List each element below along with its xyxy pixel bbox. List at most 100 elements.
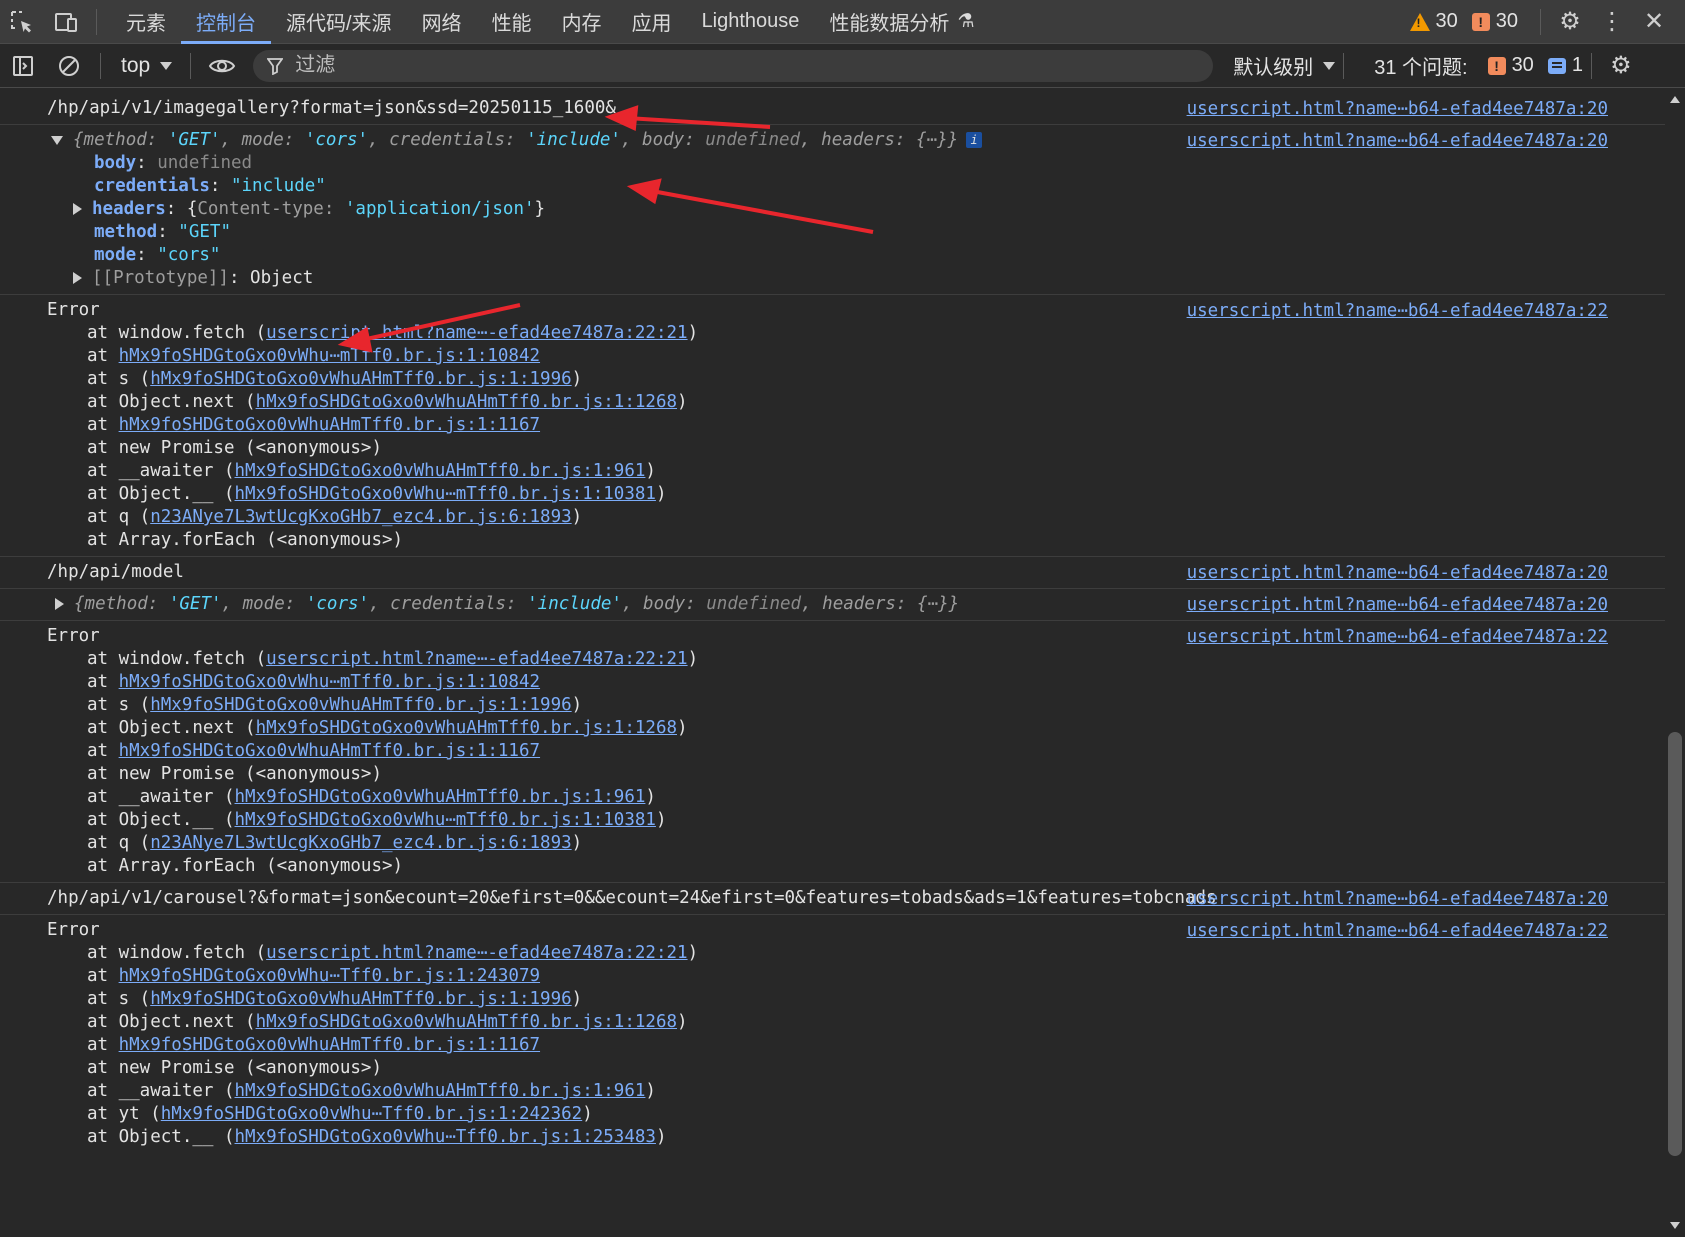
source-link[interactable]: userscript.html?name⋯b64-efad4ee7487a:22 (1187, 921, 1608, 941)
console-log: userscript.html?name⋯b64-efad4ee7487a:20… (0, 88, 1665, 1237)
frame-source-link[interactable]: hMx9foSHDGtoGxo0vWhuAHmTff0.br.js:1:1996 (150, 989, 571, 1009)
object-prop-headers[interactable]: headers: {Content-type: 'application/jso… (55, 198, 1665, 221)
tab-lighthouse[interactable]: Lighthouse (687, 0, 815, 44)
levels-label: 默认级别 (1233, 57, 1314, 79)
expand-triangle-icon[interactable] (73, 272, 82, 284)
frame-source-link[interactable]: hMx9foSHDGtoGxo0vWhu⋯Tff0.br.js:1:253483 (235, 1127, 656, 1147)
inspect-element-icon[interactable] (0, 0, 44, 44)
frame-source-link[interactable]: hMx9foSHDGtoGxo0vWhuAHmTff0.br.js:1:1167 (119, 415, 540, 435)
frame-text: at Array.forEach (<anonymous>) (87, 856, 404, 876)
frame-source-link[interactable]: hMx9foSHDGtoGxo0vWhu⋯Tff0.br.js:1:242362 (161, 1104, 582, 1124)
stack-frame: at s (hMx9foSHDGtoGxo0vWhuAHmTff0.br.js:… (47, 368, 1665, 391)
settings-gear-icon[interactable]: ⚙ (1549, 1, 1591, 43)
source-link[interactable]: userscript.html?name⋯b64-efad4ee7487a:20 (1187, 563, 1608, 583)
frame-source-link[interactable]: hMx9foSHDGtoGxo0vWhuAHmTff0.br.js:1:1996 (150, 369, 571, 389)
frame-source-link[interactable]: userscript.html?name⋯-efad4ee7487a:22:21 (266, 323, 687, 343)
frame-source-link[interactable]: n23ANye7L3wtUcgKxoGHb7_ezc4.br.js:6:1893 (150, 833, 571, 853)
stack-frame: at new Promise (<anonymous>) (47, 763, 1665, 786)
frame-text: ) (645, 1081, 656, 1101)
frame-text: at new Promise (<anonymous>) (87, 764, 383, 784)
frame-source-link[interactable]: hMx9foSHDGtoGxo0vWhuAHmTff0.br.js:1:961 (235, 461, 646, 481)
stack-frame: at Object.next (hMx9foSHDGtoGxo0vWhuAHmT… (47, 717, 1665, 740)
frame-text: ) (687, 323, 699, 343)
frame-source-link[interactable]: hMx9foSHDGtoGxo0vWhu⋯Tff0.br.js:1:243079 (119, 966, 540, 986)
source-link[interactable]: userscript.html?name⋯b64-efad4ee7487a:20 (1187, 595, 1608, 615)
frame-source-link[interactable]: hMx9foSHDGtoGxo0vWhuAHmTff0.br.js:1:961 (235, 787, 646, 807)
frame-source-link[interactable]: userscript.html?name⋯-efad4ee7487a:22:21 (266, 649, 687, 669)
tab-sources[interactable]: 源代码/来源 (271, 0, 407, 44)
clear-console-icon[interactable] (46, 44, 92, 88)
frame-source-link[interactable]: hMx9foSHDGtoGxo0vWhuAHmTff0.br.js:1:1268 (256, 718, 677, 738)
warnings-counter[interactable]: 30 (1409, 10, 1458, 33)
errors-count: 30 (1495, 10, 1518, 32)
frame-source-link[interactable]: hMx9foSHDGtoGxo0vWhu⋯mTff0.br.js:1:10381 (235, 484, 656, 504)
frame-source-link[interactable]: hMx9foSHDGtoGxo0vWhu⋯mTff0.br.js:1:10381 (235, 810, 656, 830)
tab-label: 控制台 (196, 13, 256, 35)
tab-network[interactable]: 网络 (407, 0, 477, 44)
frame-text: ) (687, 649, 699, 669)
filter-box[interactable] (253, 49, 1214, 82)
tab-elements[interactable]: 元素 (111, 0, 181, 44)
frame-source-link[interactable]: hMx9foSHDGtoGxo0vWhuAHmTff0.br.js:1:1167 (119, 741, 540, 761)
source-link[interactable]: userscript.html?name⋯b64-efad4ee7487a:22 (1187, 627, 1608, 647)
source-link[interactable]: userscript.html?name⋯b64-efad4ee7487a:20 (1187, 99, 1608, 119)
tab-performance-insights[interactable]: 性能数据分析 ⚗ (814, 0, 989, 44)
stack-frame: at Object.__ (hMx9foSHDGtoGxo0vWhu⋯mTff0… (47, 809, 1665, 832)
devtools-tabbar: 元素 控制台 源代码/来源 网络 性能 内存 应用 Lighthouse 性能数… (0, 0, 1685, 44)
stack-frame: at hMx9foSHDGtoGxo0vWhuAHmTff0.br.js:1:1… (47, 414, 1665, 437)
console-message: userscript.html?name⋯b64-efad4ee7487a:20… (0, 93, 1665, 125)
scroll-up-arrow-icon[interactable] (1670, 96, 1680, 103)
more-options-icon[interactable]: ⋮ (1591, 1, 1633, 43)
tab-application[interactable]: 应用 (617, 0, 687, 44)
console-message: userscript.html?name⋯b64-efad4ee7487a:20… (0, 883, 1665, 915)
frame-text: ) (571, 989, 583, 1009)
frame-source-link[interactable]: hMx9foSHDGtoGxo0vWhuAHmTff0.br.js:1:961 (235, 1081, 646, 1101)
toolbar-divider (1590, 52, 1592, 79)
sidebar-toggle-icon[interactable] (0, 44, 46, 88)
source-link[interactable]: userscript.html?name⋯b64-efad4ee7487a:20 (1187, 889, 1608, 909)
source-link[interactable]: userscript.html?name⋯b64-efad4ee7487a:22 (1187, 301, 1608, 321)
frame-source-link[interactable]: n23ANye7L3wtUcgKxoGHb7_ezc4.br.js:6:1893 (150, 507, 571, 527)
expand-triangle-icon[interactable] (73, 203, 82, 215)
device-toolbar-icon[interactable] (44, 0, 88, 44)
tab-label: 性能 (491, 13, 532, 35)
context-selector[interactable]: top (109, 54, 182, 78)
frame-text: ) (571, 695, 583, 715)
vertical-scrollbar[interactable] (1665, 88, 1685, 1237)
frame-source-link[interactable]: hMx9foSHDGtoGxo0vWhu⋯mTff0.br.js:1:10842 (119, 672, 540, 692)
frame-source-link[interactable]: hMx9foSHDGtoGxo0vWhuAHmTff0.br.js:1:1268 (256, 392, 677, 412)
live-expression-eye-icon[interactable] (199, 44, 245, 88)
stack-frame: at s (hMx9foSHDGtoGxo0vWhuAHmTff0.br.js:… (47, 988, 1665, 1011)
object-prop-prototype[interactable]: [[Prototype]]: Object (55, 267, 1665, 290)
filter-input[interactable] (293, 53, 1098, 78)
expand-triangle-icon[interactable] (51, 135, 63, 145)
console-settings-gear-icon[interactable]: ⚙ (1600, 45, 1642, 87)
frame-source-link[interactable]: hMx9foSHDGtoGxo0vWhuAHmTff0.br.js:1:1268 (256, 1012, 677, 1032)
tab-memory[interactable]: 内存 (547, 0, 617, 44)
tab-label: Lighthouse (701, 10, 800, 32)
source-link[interactable]: userscript.html?name⋯b64-efad4ee7487a:20 (1187, 131, 1608, 151)
close-icon[interactable]: ✕ (1633, 1, 1675, 43)
log-levels-dropdown[interactable]: 默认级别 (1233, 51, 1336, 80)
expand-triangle-icon[interactable] (55, 598, 64, 610)
frame-source-link[interactable]: hMx9foSHDGtoGxo0vWhuAHmTff0.br.js:1:1996 (150, 695, 571, 715)
frame-text: at new Promise (<anonymous>) (87, 438, 383, 458)
tab-label: 网络 (421, 13, 462, 35)
stack-frame: at new Promise (<anonymous>) (47, 437, 1665, 460)
stack-frame: at q (n23ANye7L3wtUcgKxoGHb7_ezc4.br.js:… (47, 506, 1665, 529)
frame-text: at (87, 741, 119, 761)
stack-frame: at __awaiter (hMx9foSHDGtoGxo0vWhuAHmTff… (47, 786, 1665, 809)
tab-performance[interactable]: 性能 (477, 0, 547, 44)
frame-source-link[interactable]: hMx9foSHDGtoGxo0vWhu⋯mTff0.br.js:1:10842 (119, 346, 540, 366)
info-badge-icon[interactable]: i (966, 132, 983, 148)
frame-source-link[interactable]: userscript.html?name⋯-efad4ee7487a:22:21 (266, 943, 687, 963)
scroll-down-arrow-icon[interactable] (1670, 1222, 1680, 1229)
tab-console[interactable]: 控制台 (181, 0, 271, 44)
frame-source-link[interactable]: hMx9foSHDGtoGxo0vWhuAHmTff0.br.js:1:1167 (119, 1035, 540, 1055)
frame-text: at s ( (87, 695, 151, 715)
errors-counter[interactable]: ! 30 (1471, 10, 1518, 33)
scrollbar-thumb[interactable] (1668, 732, 1682, 1156)
stack-frame: at new Promise (<anonymous>) (47, 1057, 1665, 1080)
issues-button[interactable]: 31 个问题: ! 30 1 (1374, 51, 1583, 80)
frame-text: at Array.forEach (<anonymous>) (87, 530, 404, 550)
